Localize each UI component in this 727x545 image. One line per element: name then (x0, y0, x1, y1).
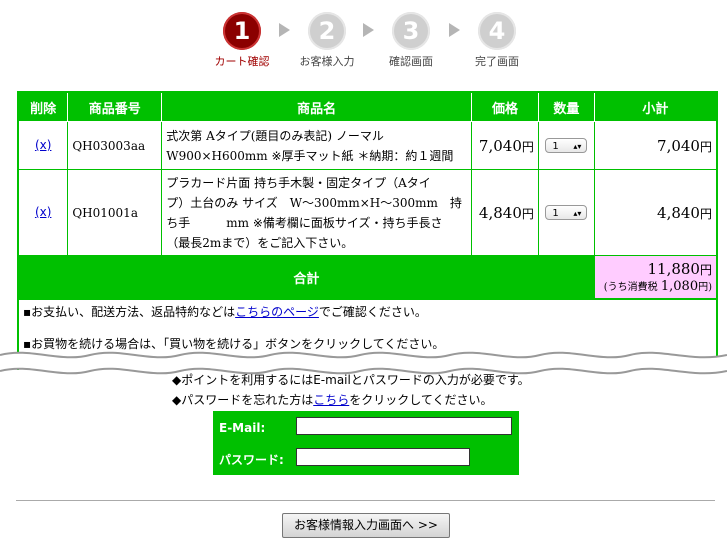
table-row: (x) QH01001a プラカード片面 持ち手木製・固定タイプ（Aタイ プ）土… (17, 169, 718, 256)
password-label: パスワード: (219, 453, 284, 467)
total-value-cell: 11,880円 (うち消費税 1,080円) (593, 255, 718, 300)
item-code: QH01001a (67, 169, 163, 256)
step-confirm-screen: 3 確認画面 (366, 12, 456, 69)
forgot-password-hint: ◆パスワードを忘れた方はこちらをクリックしてください。 (172, 390, 530, 410)
total-row: 合計 11,880円 (うち消費税 1,080円) (17, 255, 718, 300)
step-label: カート確認 (214, 55, 270, 68)
forgot-password-link[interactable]: こちら (313, 393, 349, 407)
divider (16, 500, 715, 501)
col-header-qty: 数量 (537, 91, 595, 122)
col-header-delete: 削除 (17, 91, 69, 122)
step-cart-confirm: 1 カート確認 (197, 12, 287, 69)
step-label: 確認画面 (389, 55, 433, 68)
points-hint: ◆ポイントを利用するにはE-mailとパスワードの入力が必要です。 (172, 373, 530, 387)
col-header-subtotal: 小計 (593, 91, 718, 122)
password-field[interactable] (296, 448, 470, 466)
login-box: E-Mail: パスワード: (213, 411, 519, 475)
table-row: (x) QH03003aa 式次第 Aタイプ(題目のみ表記) ノーマル W900… (17, 121, 718, 170)
yen-unit: 円 (521, 139, 534, 154)
email-label: E-Mail: (219, 421, 266, 435)
col-header-name: 商品名 (161, 91, 472, 122)
tax-note-prefix: (うち消費税 (603, 282, 658, 293)
col-header-price: 価格 (471, 91, 539, 122)
yen-unit: 円 (521, 206, 534, 221)
step-label: 完了画面 (475, 55, 519, 68)
item-price: 7,040円 (471, 121, 539, 170)
tax-note-suffix: 円) (698, 282, 712, 293)
item-subtotal-value: 7,040 (657, 136, 700, 155)
item-name-line: プ）土台のみ サイズ W〜300mm×H〜300mm 持 (166, 195, 462, 210)
step-label: お客様入力 (299, 55, 355, 68)
delete-item-link[interactable]: (x) (35, 138, 51, 152)
yen-unit: 円 (699, 139, 712, 154)
item-code: QH03003aa (67, 121, 163, 170)
login-hints: ◆ポイントを利用するにはE-mailとパスワードの入力が必要です。 ◆パスワード… (172, 370, 530, 410)
yen-unit: 円 (699, 263, 712, 277)
item-name-line: プラカード片面 持ち手木製・固定タイプ（Aタイ (166, 175, 431, 190)
forgot-password-text: をクリックしてください。 (349, 393, 493, 407)
policy-page-link[interactable]: こちらのページ (235, 305, 319, 319)
step-number-2: 2 (308, 12, 346, 50)
item-subtotal-value: 4,840 (657, 203, 700, 222)
tax-note: (うち消費税 1,080円) (599, 278, 712, 294)
item-name-line: 式次第 Aタイプ(題目のみ表記) ノーマル (166, 128, 384, 143)
payment-note-text: でご確認ください。 (318, 305, 427, 319)
item-name-line: （最長2mまで）をご記入下さい。 (166, 235, 354, 250)
item-name-line: W900×H600mm ※厚手マット紙 ＊納期：約１週間 (166, 148, 454, 163)
col-header-code: 商品番号 (67, 91, 163, 122)
item-subtotal: 4,840円 (593, 169, 718, 256)
item-name: プラカード片面 持ち手木製・固定タイプ（Aタイ プ）土台のみ サイズ W〜300… (161, 169, 472, 256)
select-arrows-icon: ▴▾ (573, 209, 582, 218)
quantity-value: 1 (552, 141, 559, 152)
yen-unit: 円 (699, 206, 712, 221)
total-value: 11,880 (647, 260, 700, 278)
delete-item-link[interactable]: (x) (35, 205, 51, 219)
item-price-value: 7,040 (478, 136, 522, 155)
item-price-value: 4,840 (478, 203, 522, 222)
quantity-value: 1 (552, 208, 559, 219)
item-subtotal: 7,040円 (593, 121, 718, 170)
checkout-steps: 1 カート確認 2 お客様入力 3 確認画面 4 完了画面 (0, 12, 727, 72)
step-number-3: 3 (392, 12, 430, 50)
cart-table: 削除 商品番号 商品名 価格 数量 小計 (x) QH03003aa 式次第 A… (17, 91, 718, 300)
forgot-password-text: ◆パスワードを忘れた方は (172, 393, 314, 407)
tax-value: 1,080 (660, 279, 699, 294)
step-customer-input: 2 お客様入力 (282, 12, 372, 69)
item-name: 式次第 Aタイプ(題目のみ表記) ノーマル W900×H600mm ※厚手マット… (161, 121, 472, 170)
quantity-select[interactable]: 1 ▴▾ (545, 138, 588, 153)
cart-header-row: 削除 商品番号 商品名 価格 数量 小計 (17, 91, 718, 122)
step-complete: 4 完了画面 (452, 12, 542, 69)
total-label: 合計 (17, 255, 595, 300)
payment-note: ▪お支払い、配送方法、返品特約などはこちらのページでご確認ください。 (23, 303, 427, 320)
item-name-line: ち手 mm ※備考欄に面板サイズ・持ち手長さ (166, 215, 443, 230)
item-price: 4,840円 (471, 169, 539, 256)
select-arrows-icon: ▴▾ (573, 142, 582, 151)
quantity-select[interactable]: 1 ▴▾ (545, 205, 588, 220)
email-field[interactable] (296, 417, 512, 435)
proceed-to-customer-info-button[interactable]: お客様情報入力画面へ >> (282, 513, 450, 538)
step-number-1: 1 (223, 12, 261, 50)
step-number-4: 4 (478, 12, 516, 50)
payment-note-text: ▪お支払い、配送方法、返品特約などは (23, 305, 236, 319)
